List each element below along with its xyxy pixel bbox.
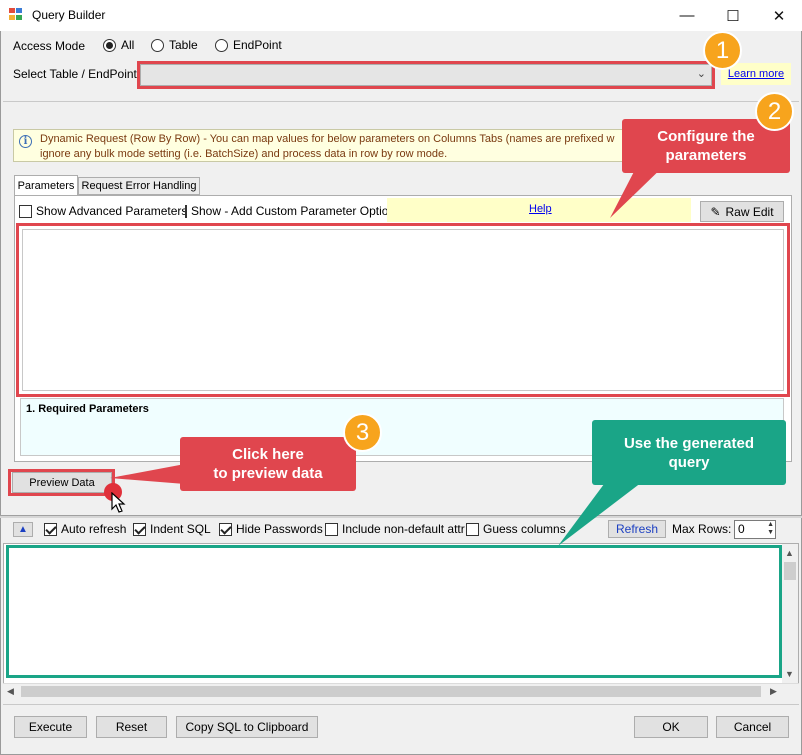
info-line-2: ignore any bulk mode setting (i.e. Batch… [40,148,448,160]
raw-edit-label: Raw Edit [725,204,774,219]
collapse-button[interactable]: ▲ [13,522,33,537]
info-message: i Dynamic Request (Row By Row) - You can… [13,129,625,162]
maximize-button[interactable]: ☐ [710,0,756,31]
include-non-default-label: Include non-default attr [342,522,465,536]
title-bar: Query Builder — ☐ ✕ [0,0,802,31]
h-scroll-thumb[interactable] [21,686,761,697]
guess-columns-box[interactable] [466,522,479,536]
radio-table-indicator[interactable] [151,38,164,52]
scroll-up-icon[interactable]: ▲ [785,548,794,558]
step-badge-2: 2 [755,92,794,131]
preview-data-button[interactable]: Preview Data [12,472,112,493]
copy-sql-button[interactable]: Copy SQL to Clipboard [176,716,318,738]
step-badge-3: 3 [343,413,382,452]
radio-endpoint-indicator[interactable] [215,38,228,52]
tab-request-error-handling[interactable]: Request Error Handling [78,177,200,195]
info-line-1: Dynamic Request (Row By Row) - You can m… [40,133,615,145]
footer-separator [3,704,799,705]
scroll-thumb[interactable] [784,562,796,580]
learn-more-link[interactable]: Learn more [728,68,784,80]
indent-sql-box[interactable] [133,522,146,536]
info-icon: i [19,135,32,148]
show-advanced-checkbox[interactable]: Show Advanced Parameters [19,204,187,218]
cancel-button[interactable]: Cancel [716,716,789,738]
required-params-label: 1. Required Parameters [26,403,149,415]
callout-preview-data: Click here to preview data [180,437,356,491]
indent-sql-checkbox[interactable]: Indent SQL [133,522,211,536]
callout-preview-line2: to preview data [213,465,323,482]
separator [3,101,799,102]
help-link[interactable]: Help [529,203,552,215]
access-mode-label: Access Mode [13,39,86,53]
hide-passwords-label: Hide Passwords [236,522,323,536]
radio-table-label: Table [169,38,198,52]
minimize-button[interactable]: — [664,0,710,31]
select-table-label: Select Table / EndPoint [13,67,137,81]
show-custom-label: Show - Add Custom Parameter Option [191,204,387,218]
spinner-arrows-icon[interactable]: ▲ ▼ [767,521,774,537]
close-button[interactable]: ✕ [756,0,802,31]
show-custom-box[interactable] [185,204,187,218]
callout-preview-line1: Click here [232,446,304,463]
include-non-default-checkbox[interactable]: Include non-default attr [325,522,465,536]
show-advanced-box[interactable] [19,204,32,218]
vertical-scrollbar[interactable]: ▲ ▼ [782,544,798,684]
horizontal-scrollbar[interactable]: ◀ ▶ [3,683,799,699]
ok-button[interactable]: OK [634,716,708,738]
max-rows-value: 0 [738,522,745,536]
radio-table[interactable]: Table [151,38,198,52]
callout-query-pointer [558,476,650,546]
window-title: Query Builder [32,8,106,22]
auto-refresh-box[interactable] [44,522,57,536]
radio-all[interactable]: All [103,38,134,52]
callout-generated-query: Use the generated query [592,420,786,485]
auto-refresh-checkbox[interactable]: Auto refresh [44,522,126,536]
show-advanced-label: Show Advanced Parameters [36,204,188,218]
scroll-right-icon[interactable]: ▶ [770,686,777,697]
indent-sql-label: Indent SQL [150,522,211,536]
hide-passwords-box[interactable] [219,522,232,536]
step-badge-1: 1 [703,31,742,70]
raw-edit-button[interactable]: ✎ Raw Edit [700,201,784,222]
max-rows-label: Max Rows: [672,522,732,536]
chevron-down-icon[interactable]: ⌄ [697,67,706,80]
show-custom-checkbox[interactable]: Show - Add Custom Parameter Option [185,204,387,218]
max-rows-input[interactable]: 0 ▲ ▼ [734,520,776,539]
radio-endpoint[interactable]: EndPoint [215,38,282,52]
auto-refresh-label: Auto refresh [61,522,127,536]
callout-configure-line1: Configure the [657,128,755,145]
triangle-up-icon: ▲ [18,524,28,535]
include-non-default-box[interactable] [325,522,338,536]
mouse-cursor-icon [111,492,126,513]
parameters-grid[interactable] [16,223,790,397]
edit-pencil-icon: ✎ [710,204,721,219]
radio-endpoint-label: EndPoint [233,38,282,52]
sql-editor-highlight [6,545,782,678]
execute-button[interactable]: Execute [14,716,87,738]
scroll-down-icon[interactable]: ▼ [785,669,794,679]
tab-parameters[interactable]: Parameters [14,175,78,196]
reset-button[interactable]: Reset [96,716,167,738]
callout-query-line2: query [668,453,710,471]
scroll-left-icon[interactable]: ◀ [7,686,14,697]
callout-query-line1: Use the generated [623,434,755,452]
select-table-combo[interactable]: ⌄ [140,64,712,86]
callout-configure-line2: parameters [665,147,747,164]
hide-passwords-checkbox[interactable]: Hide Passwords [219,522,323,536]
radio-all-indicator[interactable] [103,38,116,52]
app-icon [9,8,24,22]
radio-all-label: All [121,38,135,52]
splitter[interactable] [0,515,802,518]
